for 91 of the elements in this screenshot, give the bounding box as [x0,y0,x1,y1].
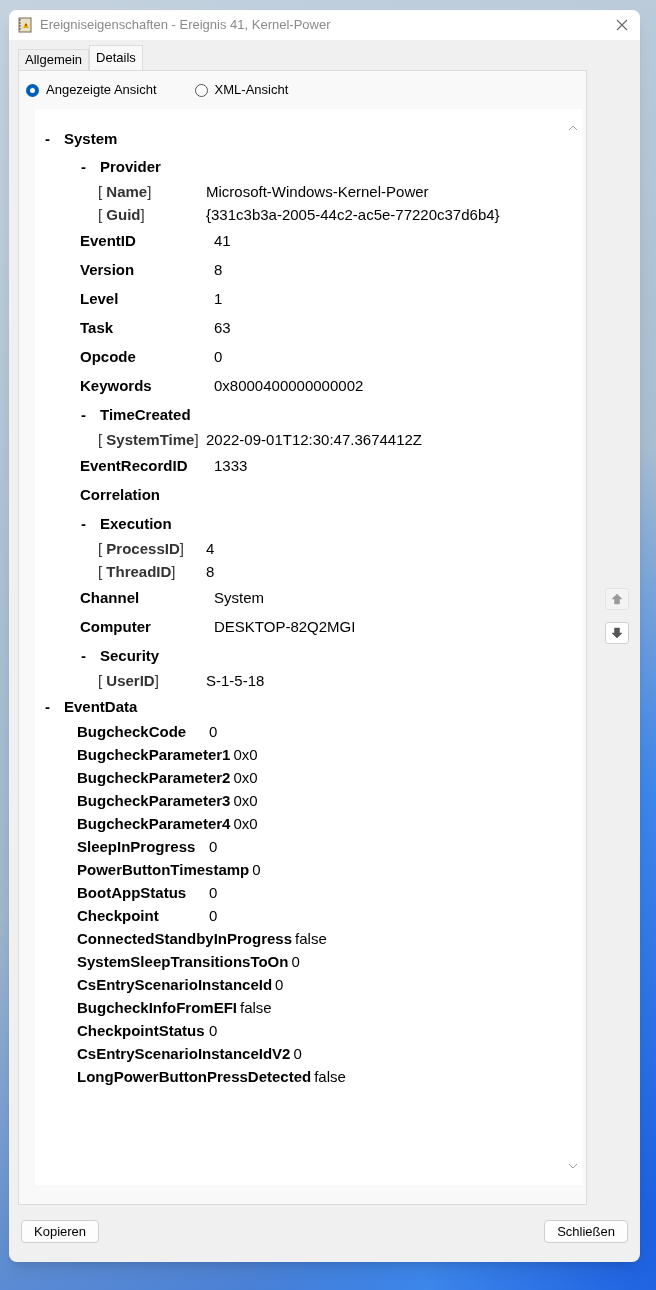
data-name: PowerButtonTimestamp [77,860,251,881]
event-log-icon [18,17,32,33]
scroll-up-icon[interactable] [568,125,578,131]
scroll-down-icon[interactable] [568,1163,578,1169]
expand-toggle[interactable]: - [45,695,64,719]
field-name: Keywords [80,376,153,397]
data-value: 0 [209,906,218,927]
radio-label[interactable]: Angezeigte Ansicht [46,80,157,100]
data-value: 0x0 [233,768,258,789]
expand-toggle[interactable]: - [81,155,100,179]
data-value: 0 [209,1021,218,1042]
attribute-name: [ Guid] [98,205,146,226]
data-name: BugcheckParameter4 [77,814,232,835]
attribute-value: 2022-09-01T12:30:47.3674412Z [206,430,422,451]
data-name: BugcheckCode [77,722,188,743]
field-name: Version [80,260,136,281]
data-value: false [314,1067,346,1088]
field-value: 41 [214,231,231,252]
attribute-name: [ Name] [98,182,153,203]
attribute-value: Microsoft-Windows-Kernel-Power [206,182,429,203]
data-value: 0 [209,883,218,904]
radio-button[interactable] [194,83,208,97]
node-label: TimeCreated [100,404,191,425]
expand-toggle[interactable]: - [81,403,100,427]
data-value: 0 [275,975,284,996]
move-down-button[interactable] [605,622,629,644]
data-value: 0x0 [233,745,258,766]
field-name: Level [80,289,120,310]
node-label: Provider [100,156,161,177]
data-name: BootAppStatus [77,883,188,904]
field-value: 1333 [214,456,248,477]
field-value: 1 [214,289,223,310]
data-value: false [295,929,327,950]
data-value: 0 [209,722,218,743]
down-arrow-icon [611,627,623,639]
node-label: System [64,128,118,149]
attribute-name: [ UserID] [98,671,160,692]
node-label: Execution [100,513,172,534]
radio-label[interactable]: XML-Ansicht [214,80,289,100]
data-value: 0 [293,1044,302,1065]
window-title: Ereigniseigenschaften - Ereignis 41, Kernel-Power [40,16,332,35]
field-value: 0 [214,347,223,368]
field-value: DESKTOP-82Q2MGI [214,617,356,638]
attribute-value: S-1-5-18 [206,671,265,692]
dialog-button[interactable]: Schließen [544,1220,628,1243]
dialog-button[interactable]: Kopieren [21,1220,100,1243]
data-name: ConnectedStandbyInProgress [77,929,294,950]
data-name: SleepInProgress [77,837,197,858]
field-name: Task [80,318,115,339]
data-value: false [240,998,272,1019]
field-name: Channel [80,588,141,609]
close-icon[interactable] [616,19,628,31]
data-value: 0 [252,860,261,881]
data-name: SystemSleepTransitionsToOn [77,952,290,973]
attribute-value: 8 [206,562,215,583]
field-value: 63 [214,318,231,339]
data-name: CsEntryScenarioInstanceIdV2 [77,1044,292,1065]
data-name: BugcheckParameter2 [77,768,232,789]
field-name: EventRecordID [80,456,189,477]
node-label: EventData [64,696,138,717]
node-label: Security [100,645,160,666]
data-name: BugcheckInfoFromEFI [77,998,238,1019]
tab[interactable]: Details [89,45,143,70]
field-name: EventID [80,231,137,252]
expand-toggle[interactable]: - [81,644,100,668]
field-value: System [214,588,264,609]
field-value: 8 [214,260,223,281]
tab[interactable]: Allgemein [18,49,90,70]
field-value: 0x8000400000000002 [214,376,364,397]
field-name: Correlation [80,485,161,506]
data-name: BugcheckParameter3 [77,791,232,812]
up-arrow-icon [611,593,623,605]
radio-button[interactable] [26,83,39,97]
data-value: 0x0 [233,791,258,812]
expand-toggle[interactable]: - [81,512,100,536]
attribute-value: {331c3b3a-2005-44c2-ac5e-77220c37d6b4} [206,205,500,226]
data-value: 0 [291,952,300,973]
field-name: Opcode [80,347,137,368]
field-name: Computer [80,617,152,638]
attribute-name: [ ProcessID] [98,539,185,560]
data-value: 0 [209,837,218,858]
expand-toggle[interactable]: - [45,127,64,151]
data-name: CsEntryScenarioInstanceId [77,975,274,996]
attribute-name: [ SystemTime] [98,430,200,451]
data-value: 0x0 [233,814,258,835]
data-name: LongPowerButtonPressDetected [77,1067,313,1088]
data-name: BugcheckParameter1 [77,745,232,766]
attribute-name: [ ThreadID] [98,562,177,583]
data-name: Checkpoint [77,906,160,927]
data-name: CheckpointStatus [77,1021,206,1042]
attribute-value: 4 [206,539,215,560]
